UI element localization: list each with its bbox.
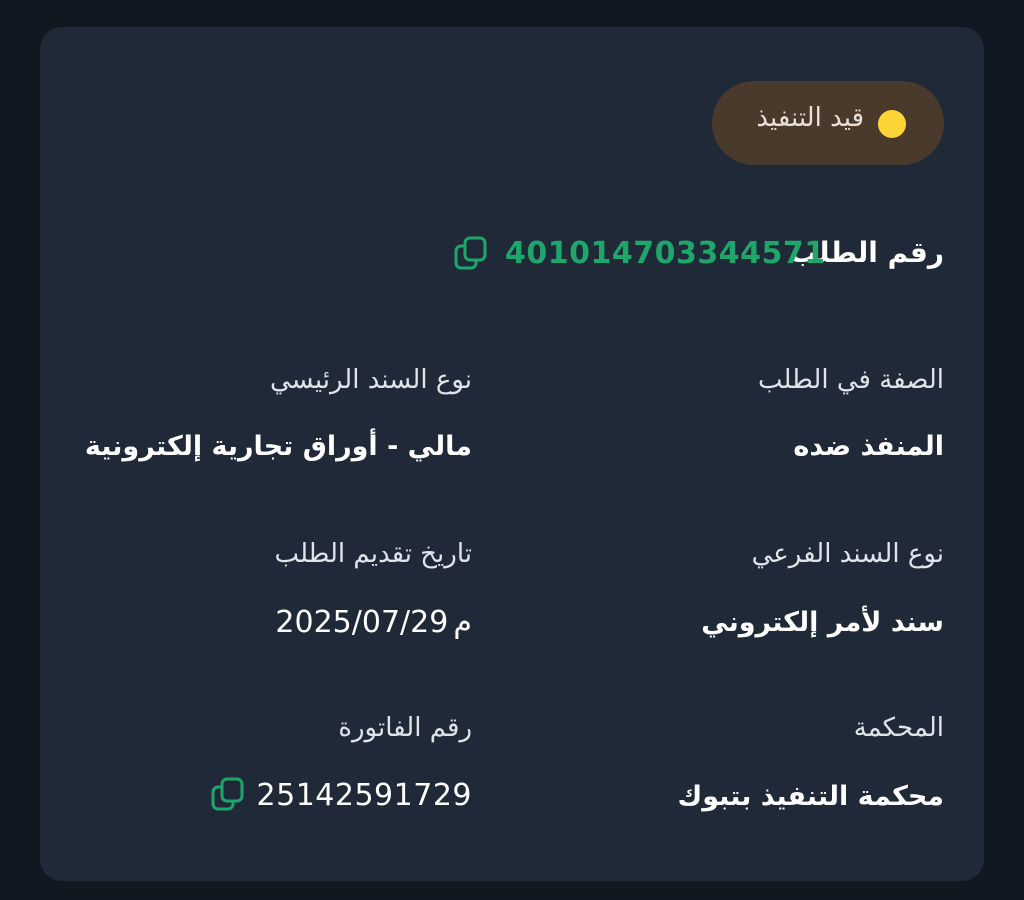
request-number-value: 401014703344571 xyxy=(505,236,826,271)
invoice-label: رقم الفاتورة xyxy=(338,713,472,743)
role-value: المنفذ ضده xyxy=(793,431,944,462)
request-details-card: قيد التنفيذ رقم الطلب 401014703344571 ال… xyxy=(40,27,984,881)
court-label: المحكمة xyxy=(853,713,944,743)
submit-date-suffix: م xyxy=(453,605,472,640)
copy-request-number-icon[interactable] xyxy=(453,235,491,273)
status-dot-icon xyxy=(878,110,906,138)
court-value: محكمة التنفيذ بتبوك xyxy=(677,781,945,812)
status-label: قيد التنفيذ xyxy=(756,103,864,133)
sub-instrument-label: نوع السند الفرعي xyxy=(751,539,944,569)
submit-date-number: 2025/07/29 xyxy=(275,605,449,640)
submit-date-label: تاريخ تقديم الطلب xyxy=(274,539,472,569)
main-instrument-value: مالي - أوراق تجارية إلكترونية xyxy=(84,431,472,462)
invoice-number-value: 25142591729 xyxy=(256,778,472,813)
copy-invoice-number-icon[interactable] xyxy=(210,776,248,814)
role-label: الصفة في الطلب xyxy=(757,365,944,395)
sub-instrument-value: سند لأمر إلكتروني xyxy=(701,607,944,638)
submit-date-value: م 2025/07/29 xyxy=(275,605,472,640)
status-badge: قيد التنفيذ xyxy=(712,81,944,165)
main-instrument-label: نوع السند الرئيسي xyxy=(270,365,472,395)
